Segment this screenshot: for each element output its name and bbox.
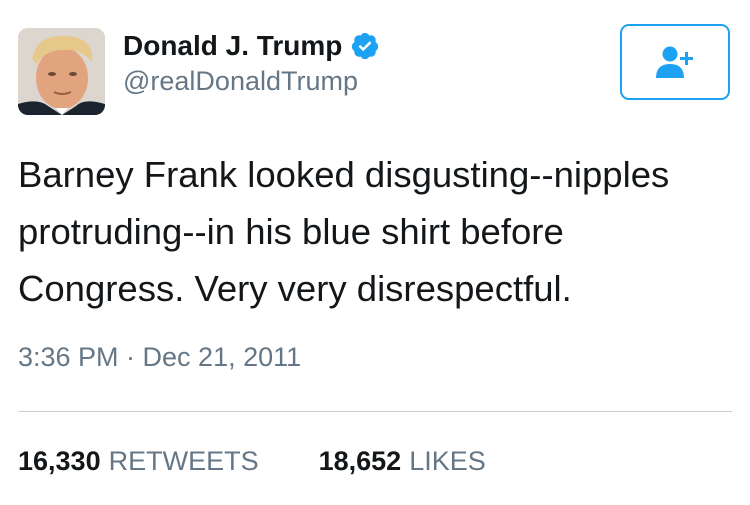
author-avatar[interactable] [18, 28, 105, 115]
tweet-stats: 16,330 RETWEETS 18,652 LIKES [18, 446, 486, 477]
retweets-label: RETWEETS [108, 446, 259, 476]
likes-count: 18,652 [318, 446, 402, 476]
retweets-stat[interactable]: 16,330 RETWEETS [18, 446, 259, 477]
author-name-row: Donald J. Trump [123, 28, 380, 64]
likes-label: LIKES [409, 446, 486, 476]
tweet-text: Barney Frank looked disgusting--nipples … [18, 154, 670, 309]
tweet-timestamp[interactable]: 3:36 PM · Dec 21, 2011 [18, 342, 301, 373]
likes-stat[interactable]: 18,652 LIKES [319, 446, 486, 477]
tweet-card: Donald J. Trump @realDonaldTrump Barney … [0, 0, 750, 505]
follow-button[interactable] [620, 24, 730, 100]
author-display-name[interactable]: Donald J. Trump [123, 30, 342, 62]
add-user-icon [656, 46, 693, 78]
divider [18, 411, 732, 412]
profile-photo-icon [18, 28, 105, 115]
author-handle[interactable]: @realDonaldTrump [123, 66, 358, 97]
verified-badge-icon [350, 31, 380, 61]
retweets-count: 16,330 [18, 446, 101, 476]
